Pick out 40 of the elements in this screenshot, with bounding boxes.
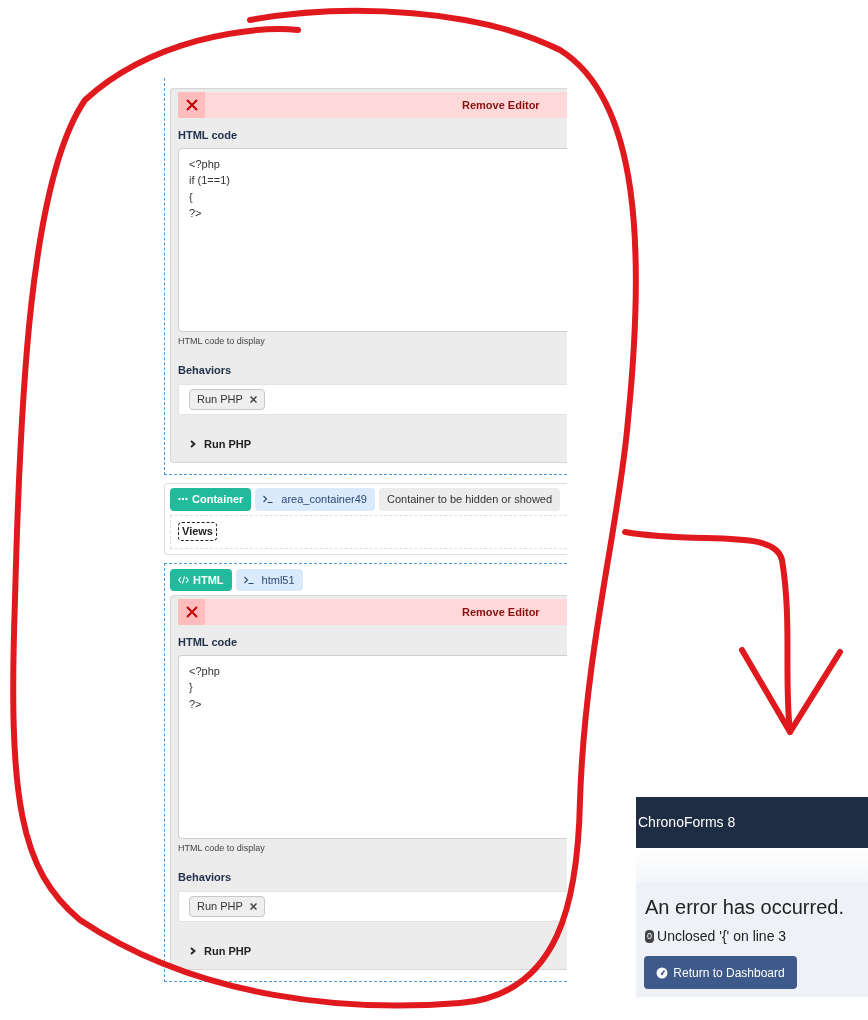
field-label: Behaviors <box>178 363 233 378</box>
close-icon[interactable] <box>178 599 205 625</box>
remove-editor-label[interactable]: Remove Editor <box>462 603 540 621</box>
terminal-icon <box>263 495 274 504</box>
remove-icon[interactable] <box>249 395 257 403</box>
gauge-icon <box>656 966 669 979</box>
behaviors-field[interactable]: Run PHP <box>178 383 567 415</box>
element-type-badge: HTML <box>170 568 232 591</box>
field-help-text: HTML code to display <box>178 334 266 348</box>
error-message: Unclosed '{' on line 3 <box>657 927 787 946</box>
code-icon <box>178 575 189 584</box>
remove-icon[interactable] <box>249 902 257 910</box>
chevron-icon[interactable] <box>190 946 196 955</box>
remove-editor-label[interactable]: Remove Editor <box>462 96 540 114</box>
code-editor-field[interactable]: <?php if (1==1) { ?> <box>178 147 567 332</box>
remove-editor-bar[interactable]: Remove Editor <box>178 599 567 625</box>
behavior-accordion[interactable]: Run PHP <box>190 435 567 452</box>
element-name-badge: area_container49 <box>255 488 375 511</box>
element-name-badge: html51 <box>235 568 303 591</box>
return-to-dashboard-button[interactable]: Return to Dashboard <box>644 956 797 989</box>
dots-icon <box>178 497 188 502</box>
error-heading: An error has occurred. <box>644 895 845 920</box>
remove-editor-bar[interactable]: Remove Editor <box>178 92 567 118</box>
field-label: HTML code <box>178 635 239 650</box>
code-editor-field[interactable]: <?php } ?> <box>178 654 567 839</box>
close-icon[interactable] <box>178 92 205 118</box>
behavior-chip[interactable]: Run PHP <box>189 388 265 410</box>
field-label: Behaviors <box>178 870 233 885</box>
behavior-accordion[interactable]: Run PHP <box>190 942 567 959</box>
field-help-text: HTML code to display <box>178 841 266 855</box>
field-label: HTML code <box>178 128 239 143</box>
behaviors-field[interactable]: Run PHP <box>178 890 567 922</box>
terminal-icon <box>243 575 254 584</box>
element-description: Container to be hidden or showed <box>378 488 561 511</box>
element-type-badge: Container <box>170 488 252 511</box>
app-title: ChronoForms 8 <box>638 813 736 832</box>
views-label: Views <box>178 522 217 541</box>
behavior-chip[interactable]: Run PHP <box>189 895 265 917</box>
error-code-badge: 0 <box>645 930 654 943</box>
chevron-icon[interactable] <box>190 439 196 448</box>
